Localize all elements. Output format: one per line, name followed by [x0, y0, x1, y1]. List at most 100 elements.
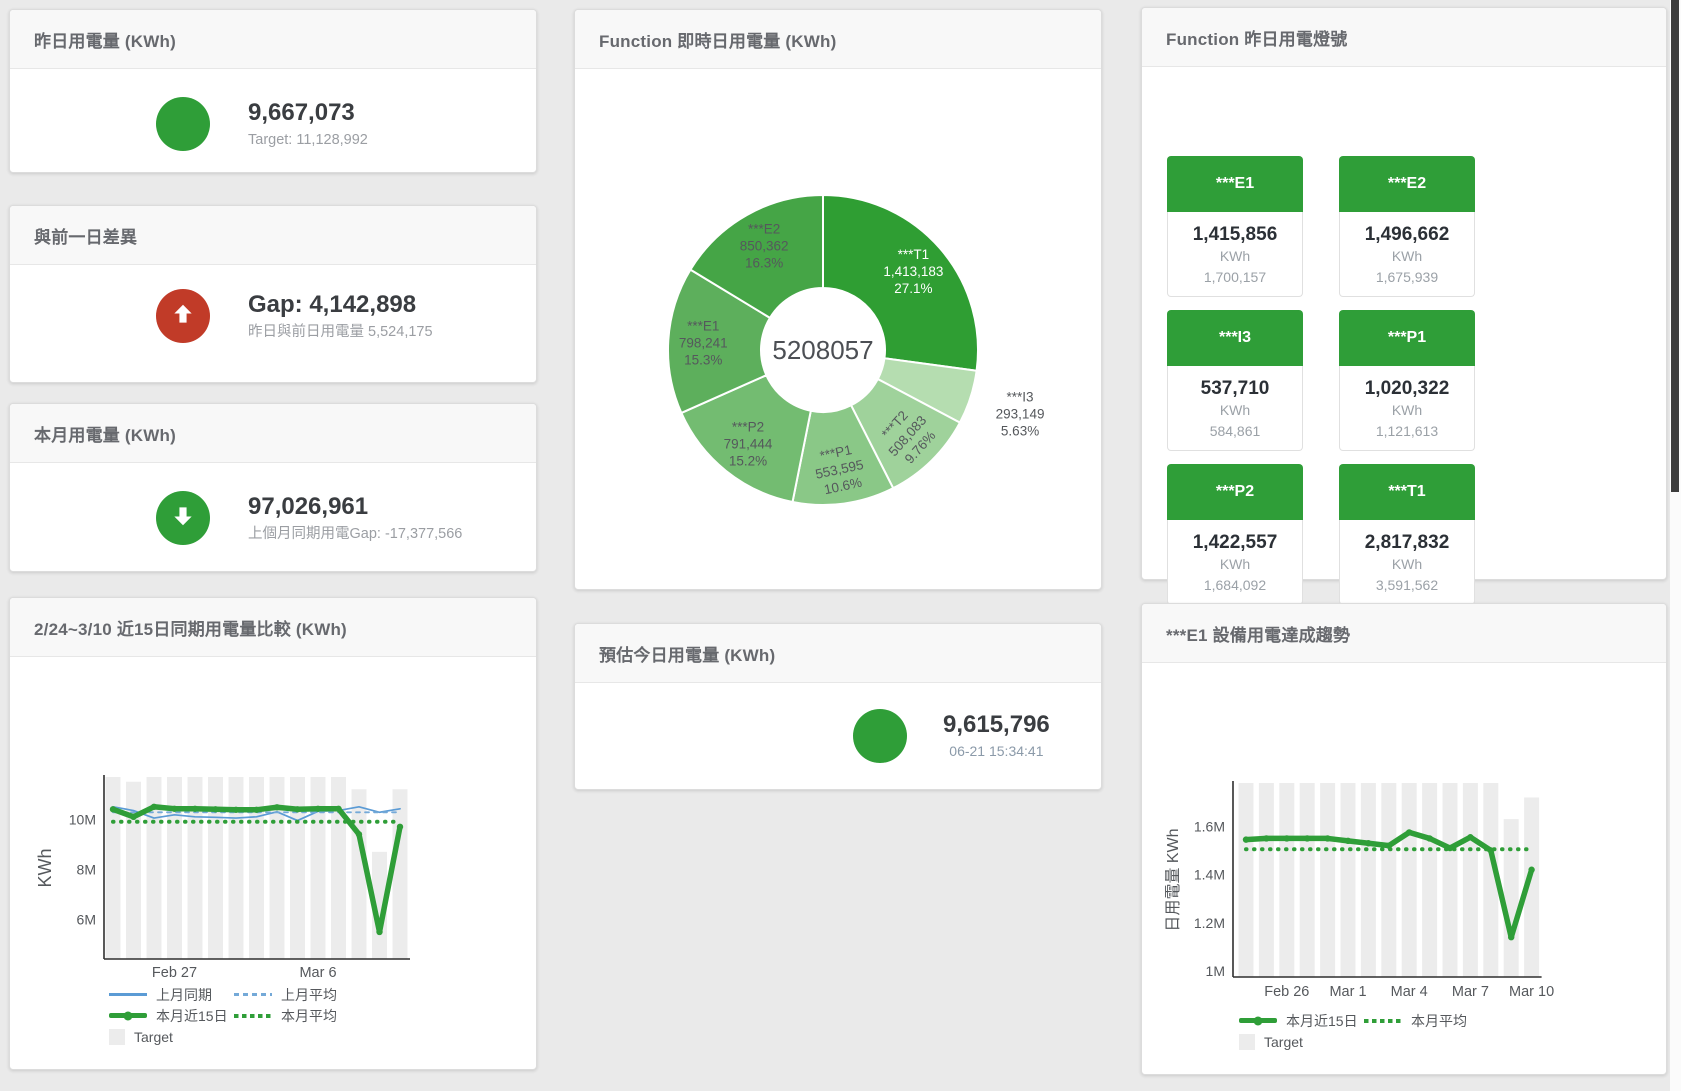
status-circle-green [853, 709, 907, 763]
light-tile-target: 1,684,092 [1168, 575, 1302, 595]
legend-item-square[interactable]: Target [109, 1029, 173, 1045]
legend-label: Target [1264, 1034, 1303, 1050]
light-tile-target: 1,675,939 [1340, 267, 1474, 287]
card-realtime-donut: Function 即時日用電量 (KWh) ***T11,413,18327.1… [574, 9, 1102, 590]
target-bar [393, 789, 408, 959]
y-tick-label: 8M [77, 861, 96, 877]
light-tile-name: ***E1 [1167, 156, 1303, 212]
series-point[interactable] [397, 824, 403, 830]
target-bar [1422, 783, 1437, 977]
target-bar [1341, 783, 1356, 977]
legend-swatch-line-icon [109, 993, 147, 996]
series-point[interactable] [1304, 835, 1310, 841]
card-e1-trend: ***E1 設備用電達成趨勢 1M1.2M1.4M1.6MFeb 26Mar 1… [1141, 603, 1667, 1075]
light-tile-target: 1,700,157 [1168, 267, 1302, 287]
scrollbar-thumb[interactable] [1671, 0, 1679, 492]
card-day-gap: 與前一日差異 Gap: 4,142,898 昨日與前日用電量 5,524,175 [9, 205, 537, 383]
light-tile-name: ***P2 [1167, 464, 1303, 520]
series-point[interactable] [233, 807, 239, 813]
series-point[interactable] [1345, 838, 1351, 844]
card-donut-title: Function 即時日用電量 (KWh) [599, 32, 836, 51]
card-e1-trend-header: ***E1 設備用電達成趨勢 [1142, 604, 1666, 663]
series-point[interactable] [1263, 835, 1269, 841]
card-forecast-title: 預估今日用電量 (KWh) [599, 646, 775, 665]
yesterday-usage-value: 9,667,073 [248, 100, 368, 126]
target-bar [1320, 783, 1335, 977]
series-point[interactable] [376, 929, 382, 935]
light-tile-value: 1,415,856 [1168, 224, 1302, 246]
target-bar [331, 777, 346, 959]
light-tile-unit: KWh [1340, 400, 1474, 421]
light-tile-values: 1,496,662KWh1,675,939 [1339, 212, 1475, 297]
card-forecast: 預估今日用電量 (KWh) 9,615,796 06-21 15:34:41 [574, 623, 1102, 790]
legend-item-thick[interactable]: 本月近15日 [1239, 1011, 1364, 1031]
compare-usage-chart[interactable]: 6M8M10MFeb 27Mar 6KWh [10, 657, 538, 987]
realtime-usage-donut[interactable]: ***T11,413,18327.1%***I3293,1495.63%***T… [575, 69, 1103, 589]
series-point[interactable] [151, 804, 157, 810]
series-point[interactable] [1467, 834, 1473, 840]
y-tick-label: 10M [69, 811, 96, 827]
legend-swatch-thick-icon [109, 1013, 147, 1018]
card-day-gap-header: 與前一日差異 [10, 206, 536, 265]
y-axis-title: KWh [35, 848, 55, 887]
target-bar [167, 777, 182, 959]
y-tick-label: 1.2M [1194, 915, 1225, 931]
series-point[interactable] [192, 806, 198, 812]
donut-center-total: 5208057 [772, 335, 873, 365]
legend-item-dots[interactable]: 本月平均 [1364, 1011, 1467, 1031]
legend-item-square[interactable]: Target [1239, 1034, 1303, 1050]
target-bar [1361, 783, 1376, 977]
target-bar [352, 789, 367, 959]
target-bar [1239, 783, 1254, 977]
series-point[interactable] [294, 806, 300, 812]
series-point[interactable] [356, 831, 362, 837]
legend-swatch-square-icon [109, 1029, 125, 1045]
light-tile-target: 584,861 [1168, 421, 1302, 441]
target-bar [126, 782, 141, 959]
series-point[interactable] [110, 806, 116, 812]
series-point[interactable] [1324, 835, 1330, 841]
target-bar [1402, 783, 1417, 977]
series-point[interactable] [171, 806, 177, 812]
legend-label: Target [134, 1029, 173, 1045]
series-point[interactable] [1365, 840, 1371, 846]
series-point[interactable] [212, 806, 218, 812]
series-point[interactable] [1243, 836, 1249, 842]
series-point[interactable] [1426, 835, 1432, 841]
legend-item-thick[interactable]: 本月近15日 [109, 1006, 234, 1026]
card-yesterday-header: 昨日用電量 (KWh) [10, 10, 536, 69]
donut-label: ***I3293,1495.63% [996, 389, 1045, 438]
card-month-usage: 本月用電量 (KWh) 97,026,961 上個月同期用電Gap: -17,3… [9, 403, 537, 572]
light-tile-values: 1,415,856KWh1,700,157 [1167, 212, 1303, 297]
target-bar [1463, 783, 1478, 977]
target-bar [188, 777, 203, 959]
legend-item-dots[interactable]: 本月平均 [234, 1006, 337, 1026]
series-point[interactable] [274, 804, 280, 810]
card-day-gap-title: 與前一日差異 [34, 228, 137, 247]
light-tile-unit: KWh [1340, 246, 1474, 267]
series-point[interactable] [1528, 867, 1534, 873]
month-usage-gap: 上個月同期用電Gap: -17,377,566 [248, 525, 462, 543]
legend-swatch-dots-icon [1364, 1019, 1402, 1023]
target-bar [1300, 783, 1315, 977]
light-tile-5: ***P21,422,557KWh1,684,092 [1167, 464, 1303, 605]
series-point[interactable] [253, 807, 259, 813]
light-tile-2: ***E21,496,662KWh1,675,939 [1339, 156, 1475, 297]
y-tick-label: 1M [1206, 963, 1225, 979]
series-point[interactable] [315, 806, 321, 812]
light-tile-1: ***E11,415,856KWh1,700,157 [1167, 156, 1303, 297]
forecast-timestamp: 06-21 15:34:41 [943, 743, 1050, 759]
series-point[interactable] [1406, 829, 1412, 835]
series-point[interactable] [130, 814, 136, 820]
series-point[interactable] [1508, 934, 1514, 940]
light-tile-name: ***I3 [1167, 310, 1303, 366]
light-tile-value: 2,817,832 [1340, 532, 1474, 554]
legend-item-dash[interactable]: 上月平均 [234, 985, 337, 1005]
e1-trend-chart[interactable]: 1M1.2M1.4M1.6MFeb 26Mar 1Mar 4Mar 7Mar 1… [1142, 663, 1668, 1013]
legend-item-line[interactable]: 上月同期 [109, 985, 234, 1005]
light-tile-values: 537,710KWh584,861 [1167, 366, 1303, 451]
series-point[interactable] [1284, 835, 1290, 841]
light-tile-target: 1,121,613 [1340, 421, 1474, 441]
series-point[interactable] [335, 806, 341, 812]
legend-label: 本月平均 [1411, 1011, 1467, 1031]
